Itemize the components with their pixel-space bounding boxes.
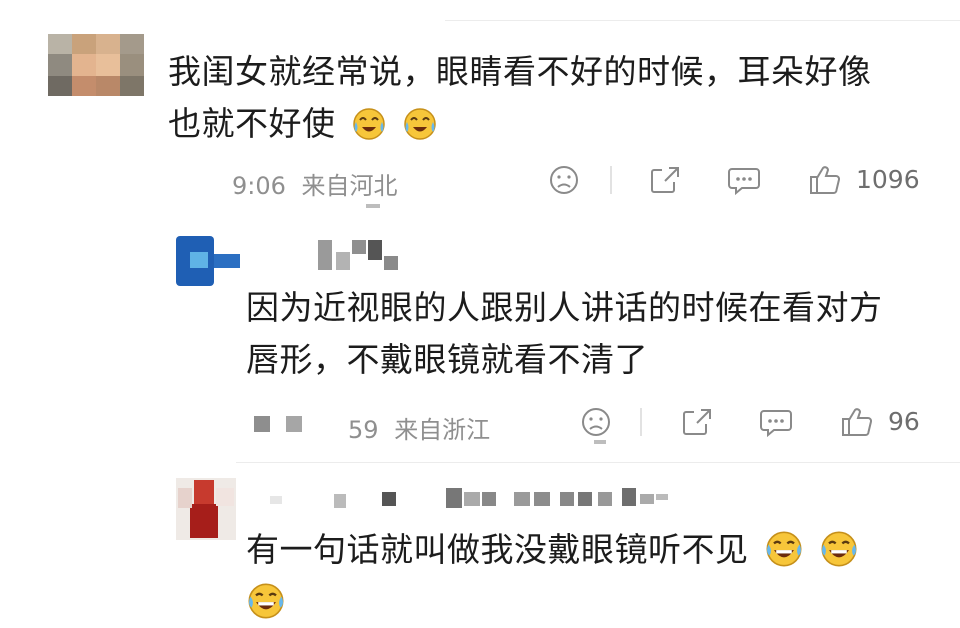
avatar[interactable] (176, 478, 236, 540)
comment-text-line: 唇形，不戴眼镜就看不清了 (246, 340, 648, 379)
redacted-username (560, 492, 574, 506)
comment-meta: 9:06 来自河北 (232, 166, 398, 201)
redacted-username (482, 492, 496, 506)
avatar[interactable] (176, 236, 240, 286)
action-separator (640, 408, 642, 436)
comment-location: 来自浙江 (394, 416, 491, 444)
like-count: 96 (888, 407, 920, 436)
redacted-username (318, 240, 332, 270)
redacted-username (622, 488, 636, 506)
redacted-username (534, 492, 550, 506)
grin-tears-icon (821, 531, 856, 567)
redacted-username (382, 492, 396, 506)
redacted-username (656, 494, 668, 500)
redacted-username (270, 496, 282, 504)
redacted-username (336, 252, 350, 270)
top-divider (445, 20, 960, 21)
comment-icon[interactable] (758, 406, 794, 438)
redacted-username (334, 494, 346, 508)
grin-tears-icon (248, 583, 284, 619)
comment-text-line1: 有一句话就叫做我没戴眼镜听不见 (246, 530, 749, 569)
cry-laugh-icon (352, 108, 385, 140)
redacted-username (384, 256, 398, 270)
like-count: 1096 (856, 165, 920, 194)
action-separator (610, 166, 612, 194)
comment-text: 我闺女就经常说，眼睛看不好的时候，耳朵好像 也就不好使 (168, 46, 872, 150)
share-icon[interactable] (680, 406, 714, 438)
comment-text-line (246, 576, 859, 628)
comment-text-line: 也就不好使 (168, 98, 872, 150)
comment-text: 有一句话就叫做我没戴眼镜听不见 (246, 524, 859, 628)
comment-location: 来自河北 (301, 172, 398, 200)
like-icon[interactable] (840, 406, 874, 438)
comment-text-line: 有一句话就叫做我没戴眼镜听不见 (246, 524, 859, 576)
redacted-username (352, 240, 366, 254)
redacted-username (640, 494, 654, 504)
dislike-icon[interactable] (548, 164, 580, 196)
comment-icon[interactable] (726, 164, 762, 196)
redacted-username (368, 240, 382, 260)
redacted-time (286, 416, 302, 432)
grin-tears-icon (766, 531, 801, 567)
redacted-time (254, 416, 270, 432)
redacted-block (594, 440, 606, 444)
comment-text-line2: 也就不好使 (168, 104, 336, 143)
comment-time: 59 (348, 416, 379, 444)
section-divider (236, 462, 960, 463)
redacted-username (598, 492, 612, 506)
avatar[interactable] (48, 34, 144, 96)
comment-text-line: 我闺女就经常说，眼睛看不好的时候，耳朵好像 (168, 52, 872, 91)
redacted-username (578, 492, 592, 506)
like-icon[interactable] (808, 164, 842, 196)
comment-meta: 59 来自浙江 (348, 410, 490, 445)
redacted-username (464, 492, 480, 506)
redacted-block (366, 204, 380, 208)
redacted-username (514, 492, 530, 506)
comment-time: 9:06 (232, 172, 286, 200)
cry-laugh-icon (403, 108, 436, 140)
comment-text: 因为近视眼的人跟别人讲话的时候在看对方 唇形，不戴眼镜就看不清了 (246, 282, 883, 386)
comment-text-line: 因为近视眼的人跟别人讲话的时候在看对方 (246, 288, 883, 327)
redacted-username (446, 488, 462, 508)
dislike-icon[interactable] (580, 406, 612, 438)
share-icon[interactable] (648, 164, 682, 196)
